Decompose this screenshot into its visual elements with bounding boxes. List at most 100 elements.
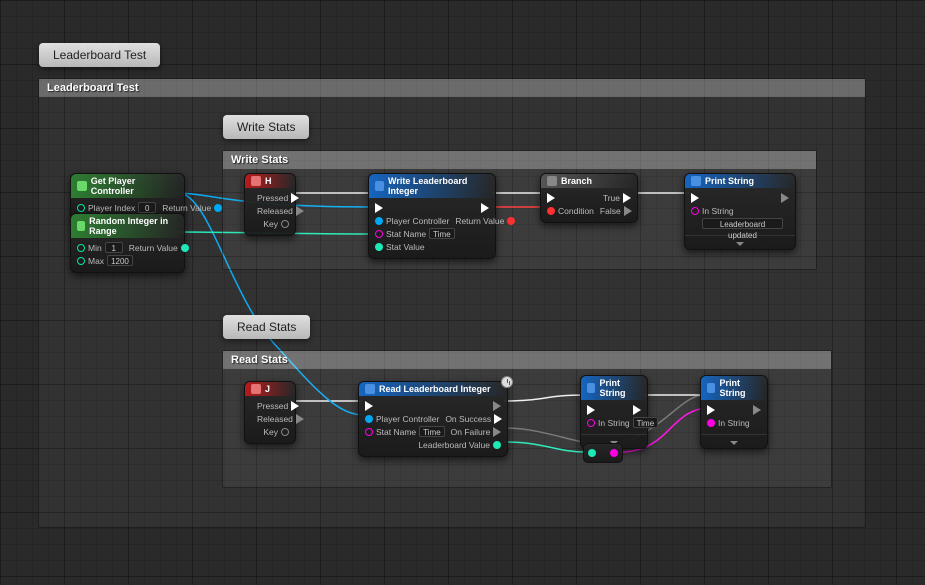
node-input-h[interactable]: H Pressed Released Key: [244, 173, 296, 236]
pin-key-out[interactable]: [281, 220, 289, 228]
read-stats-header[interactable]: Read Stats: [223, 351, 831, 369]
pin-exec-in[interactable]: [587, 405, 595, 415]
pin-true-exec[interactable]: [623, 193, 631, 203]
pin-pressed-exec[interactable]: [291, 401, 299, 411]
pin-false-exec[interactable]: [624, 206, 632, 216]
branch-icon: [547, 176, 557, 186]
pin-max-in[interactable]: [77, 257, 85, 265]
pin-exec-out[interactable]: [781, 193, 789, 203]
pin-return-value-out[interactable]: [181, 244, 189, 252]
node-print-value[interactable]: Print String In String: [700, 375, 768, 449]
pin-return-value-out[interactable]: [507, 217, 515, 225]
pin-player-controller-in[interactable]: [365, 415, 373, 423]
min-value[interactable]: 1: [105, 242, 123, 253]
pin-key-out[interactable]: [281, 428, 289, 436]
pin-min-in[interactable]: [77, 244, 85, 252]
pin-pressed-exec[interactable]: [291, 193, 299, 203]
pin-exec-out[interactable]: [481, 203, 489, 213]
node-branch[interactable]: Branch True Condition False: [540, 173, 638, 223]
pin-exec-out[interactable]: [753, 405, 761, 415]
pin-in-string[interactable]: [691, 207, 699, 215]
pin-label: In String: [598, 418, 630, 428]
pin-exec-out[interactable]: [493, 401, 501, 411]
pin-label: On Success: [445, 414, 491, 424]
stat-name-value[interactable]: Time: [429, 228, 454, 239]
outer-comment-header[interactable]: Leaderboard Test: [39, 79, 865, 97]
in-string-value[interactable]: Time: [633, 417, 658, 428]
node-input-j[interactable]: J Pressed Released Key: [244, 381, 296, 444]
pin-released-exec[interactable]: [296, 206, 304, 216]
latent-clock-icon: [501, 376, 513, 388]
chevron-down-icon: [736, 242, 744, 246]
node-title[interactable]: H: [245, 174, 295, 188]
pin-released-exec[interactable]: [296, 414, 304, 424]
node-title[interactable]: Print String: [581, 376, 647, 400]
pin-onfailure-exec[interactable]: [493, 427, 501, 437]
pin-label: Stat Name: [376, 427, 416, 437]
pin-label: Condition: [558, 206, 594, 216]
pin-label: Player Controller: [386, 216, 449, 226]
pin-label: False: [600, 206, 621, 216]
pin-exec-out[interactable]: [633, 405, 641, 415]
node-title[interactable]: J: [245, 382, 295, 396]
node-title-label: H: [265, 176, 272, 186]
in-string-value[interactable]: Leaderboard updated: [702, 218, 783, 229]
outer-comment-tab[interactable]: Leaderboard Test: [39, 43, 160, 67]
pin-exec-in[interactable]: [375, 203, 383, 213]
pin-stat-value-in[interactable]: [375, 243, 383, 251]
write-stats-tab[interactable]: Write Stats: [223, 115, 309, 139]
pin-label: Min: [88, 243, 102, 253]
node-read-leaderboard[interactable]: Read Leaderboard Integer Player Controll…: [358, 381, 508, 457]
node-title[interactable]: Get Player Controller: [71, 174, 184, 198]
expand-advanced[interactable]: [685, 235, 795, 249]
node-title-label: Random Integer in Range: [89, 216, 178, 236]
function-icon: [375, 181, 384, 191]
pin-label: Player Index: [88, 203, 135, 213]
pin-condition-in[interactable]: [547, 207, 555, 215]
pin-label: In String: [718, 418, 750, 428]
node-title[interactable]: Branch: [541, 174, 637, 188]
pin-label: Key: [263, 219, 278, 229]
expand-advanced[interactable]: [701, 434, 767, 448]
pin-label: Player Controller: [376, 414, 439, 424]
pin-in-string[interactable]: [587, 419, 595, 427]
pin-label: Pressed: [257, 401, 288, 411]
node-title[interactable]: Print String: [701, 376, 767, 400]
node-print-time[interactable]: Print String In StringTime: [580, 375, 648, 449]
pin-return-value-out[interactable]: [214, 204, 222, 212]
stat-name-value[interactable]: Time: [419, 426, 444, 437]
node-title[interactable]: Read Leaderboard Integer: [359, 382, 507, 396]
node-title-label: Print String: [719, 378, 761, 398]
node-print-updated[interactable]: Print String In String Leaderboard updat…: [684, 173, 796, 250]
node-title-label: Print String: [705, 176, 754, 186]
pin-exec-in[interactable]: [365, 401, 373, 411]
node-convert[interactable]: [583, 443, 623, 463]
pin-player-index-in[interactable]: [77, 204, 85, 212]
write-stats-header-label: Write Stats: [231, 154, 288, 166]
pin-out[interactable]: [610, 449, 618, 457]
pin-label: Stat Name: [386, 229, 426, 239]
pin-stat-name-in[interactable]: [375, 230, 383, 238]
pin-label: Leaderboard Value: [418, 440, 490, 450]
node-title[interactable]: Random Integer in Range: [71, 214, 184, 238]
player-index-value[interactable]: 0: [138, 202, 156, 213]
pin-leaderboard-value-out[interactable]: [493, 441, 501, 449]
read-stats-tab[interactable]: Read Stats: [223, 315, 310, 339]
pin-exec-in[interactable]: [547, 193, 555, 203]
pin-exec-in[interactable]: [707, 405, 715, 415]
node-title-label: Print String: [599, 378, 641, 398]
pin-player-controller-in[interactable]: [375, 217, 383, 225]
pin-label: Key: [263, 427, 278, 437]
pin-in[interactable]: [588, 449, 596, 457]
pin-onsuccess-exec[interactable]: [494, 414, 502, 424]
node-write-leaderboard[interactable]: Write Leaderboard Integer Player Control…: [368, 173, 496, 259]
max-value[interactable]: 1200: [107, 255, 133, 266]
node-title[interactable]: Print String: [685, 174, 795, 188]
pin-exec-in[interactable]: [691, 193, 699, 203]
write-stats-header[interactable]: Write Stats: [223, 151, 816, 169]
function-icon: [77, 181, 87, 191]
pin-in-string[interactable]: [707, 419, 715, 427]
pin-stat-name-in[interactable]: [365, 428, 373, 436]
node-title[interactable]: Write Leaderboard Integer: [369, 174, 495, 198]
node-random-integer[interactable]: Random Integer in Range Min 1 Return Val…: [70, 213, 185, 273]
